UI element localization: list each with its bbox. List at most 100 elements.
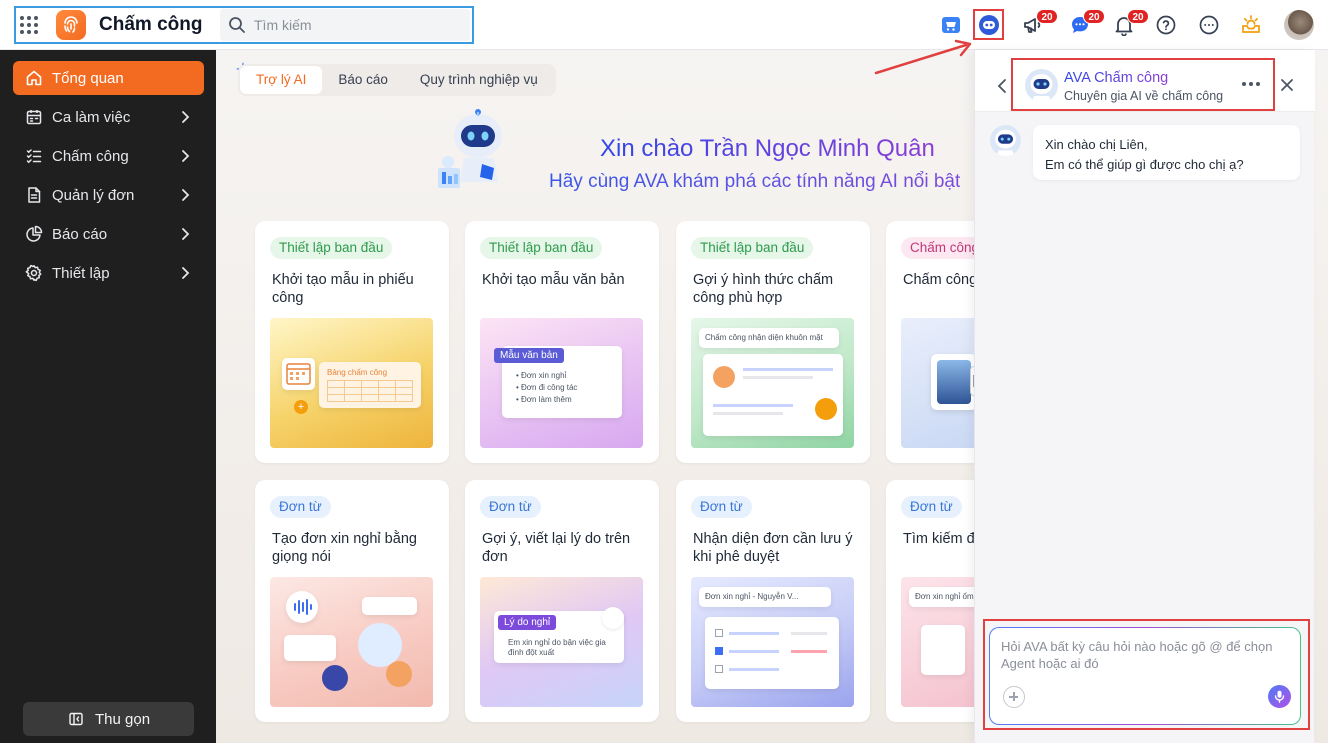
card-illustration: Lý do nghỉ Em xin nghỉ do bận việc gia đ… [480,577,643,707]
attendance-preview [703,354,843,436]
message-line: Xin chào chị Liên, [1045,137,1148,152]
collapse-sidebar-button[interactable]: Thu gọn [23,702,194,736]
chevron-right-icon [182,228,190,240]
card-tag: Đơn từ [901,496,962,518]
card-title: Khởi tạo mẫu in phiếu công [272,272,414,306]
card-tag: Đơn từ [270,496,331,518]
bell-icon[interactable]: 20 [1111,9,1149,38]
feature-card[interactable]: Thiết lập ban đầu Khởi tạo mẫu in phiếu … [255,221,449,463]
chevron-right-icon [182,111,190,123]
card-title: Khởi tạo mẫu văn bản [482,272,625,288]
add-attachment-icon[interactable] [1003,686,1025,708]
sun-inbox-icon[interactable] [1238,12,1264,38]
app-grid-icon[interactable] [20,16,38,34]
search-box[interactable] [220,9,470,41]
tab-ai-assistant[interactable]: Trợ lý AI [240,66,323,94]
search-input[interactable] [254,15,454,35]
checklist-icon [26,149,42,164]
collapse-panel-icon [69,712,83,726]
document-icon [28,187,41,203]
feature-card[interactable]: Đơn từ Gợi ý, viết lại lý do trên đơn Lý… [465,480,659,722]
sidebar-item-timekeeping[interactable]: Chấm công [13,139,204,173]
card-tag: Thiết lập ban đầu [691,237,814,259]
card-tag: Thiết lập ban đầu [270,237,393,259]
help-icon[interactable] [1153,12,1179,38]
top-bar: Chấm công 20 20 20 [0,0,1328,50]
request-list-preview [705,617,839,689]
illus-title: Mẫu văn bản [494,348,564,363]
calendar-icon [282,358,315,390]
user-avatar[interactable] [1284,10,1314,40]
feature-card[interactable]: Thiết lập ban đầu Gợi ý hình thức chấm c… [676,221,870,463]
app-title: Chấm công [99,14,203,35]
illus-text: Em xin nghỉ do bận việc gia đình đột xuấ… [508,638,606,657]
sidebar-item-requests[interactable]: Quản lý đơn [13,178,204,212]
sidebar-item-label: Báo cáo [52,226,108,243]
face-recognition-label: Chấm công nhận diện khuôn mặt [699,328,839,348]
chevron-left-icon[interactable] [997,78,1007,94]
card-illustration: Mẫu văn bản • Đơn xin nghỉ • Đơn đi công… [480,318,643,448]
main-tabs: Trợ lý AI Báo cáo Quy trình nghiệp vụ [238,64,556,96]
voice-wave-icon [286,591,318,623]
tab-reports[interactable]: Báo cáo [322,66,404,94]
gear-icon [25,264,42,282]
illus-label: Chấm công nhận diện khuôn mặt [705,333,823,342]
annotation-arrow [874,39,972,75]
calendar-icon [26,110,42,125]
announcement-badge: 20 [1036,9,1058,24]
chevron-right-icon [182,267,190,279]
feature-card[interactable]: Thiết lập ban đầu Khởi tạo mẫu văn bản M… [465,221,659,463]
sidebar-item-label: Thiết lập [52,265,110,282]
fingerprint-logo-icon [56,10,86,40]
template-preview: Mẫu văn bản • Đơn xin nghỉ • Đơn đi công… [494,346,622,418]
card-title: Tạo đơn xin nghỉ bằng giọng nói [272,531,417,565]
sidebar: Tổng quan Ca làm việc Chấm công Quản lý … [0,50,216,743]
card-tag: Đơn từ [691,496,752,518]
notifications-badge: 20 [1127,9,1149,24]
sidebar-item-settings[interactable]: Thiết lập [13,256,204,290]
card-tag: Đơn từ [480,496,541,518]
sidebar-item-label: Tổng quan [52,70,124,87]
card-illustration: Chấm công nhận diện khuôn mặt [691,318,854,448]
card-illustration [270,577,433,707]
more-apps-icon[interactable] [1196,12,1222,38]
microphone-icon[interactable] [1268,685,1291,708]
card-title: Gợi ý, viết lại lý do trên đơn [482,531,631,565]
card-illustration: Đơn xin nghỉ - Nguyễn V... [691,577,854,707]
chat-composer [989,627,1301,725]
sidebar-item-overview[interactable]: Tổng quan [13,61,204,95]
home-icon [26,70,42,86]
ava-message-avatar [990,125,1021,156]
search-icon [229,17,245,33]
chat-input[interactable] [1001,638,1291,678]
feature-card[interactable]: Đơn từ Nhận diện đơn cần lưu ý khi phê d… [676,480,870,722]
illus-label: Đơn xin nghỉ ốm [915,592,974,601]
illus-item: Đơn xin nghỉ [521,371,567,380]
illus-label: Đơn xin nghỉ - Nguyễn V... [705,592,799,601]
chat-messages-icon[interactable]: 20 [1067,9,1105,38]
messages-badge: 20 [1083,9,1105,24]
pie-chart-icon [26,225,43,242]
annotation-highlight-box [1011,58,1275,111]
megaphone-icon[interactable]: 20 [1020,9,1058,38]
sidebar-item-label: Chấm công [52,148,129,165]
store-cart-icon[interactable] [938,12,964,38]
greeting-subtitle: Hãy cùng AVA khám phá các tính năng AI n… [549,171,961,192]
message-line: Em có thể giúp gì được cho chị ạ? [1045,157,1244,172]
timesheet-preview: Bảng chấm công [319,362,421,408]
card-tag: Thiết lập ban đầu [480,237,603,259]
tab-business-process[interactable]: Quy trình nghiệp vụ [404,66,554,94]
collapse-label: Thu gọn [95,711,151,728]
chevron-right-icon [182,150,190,162]
sidebar-item-reports[interactable]: Báo cáo [13,217,204,251]
sidebar-item-label: Ca làm việc [52,109,131,126]
illus-item: Đơn đi công tác [521,383,578,392]
feature-card[interactable]: Đơn từ Tạo đơn xin nghỉ bằng giọng nói [255,480,449,722]
close-icon[interactable] [1280,78,1294,92]
chevron-right-icon [182,189,190,201]
card-title: Nhận diện đơn cần lưu ý khi phê duyệt [693,531,853,565]
assistant-message: Xin chào chị Liên, Em có thể giúp gì đượ… [1033,125,1300,180]
sidebar-item-shifts[interactable]: Ca làm việc [13,100,204,134]
illus-title: Lý do nghỉ [498,615,557,630]
ava-assistant-icon[interactable] [976,12,1002,38]
